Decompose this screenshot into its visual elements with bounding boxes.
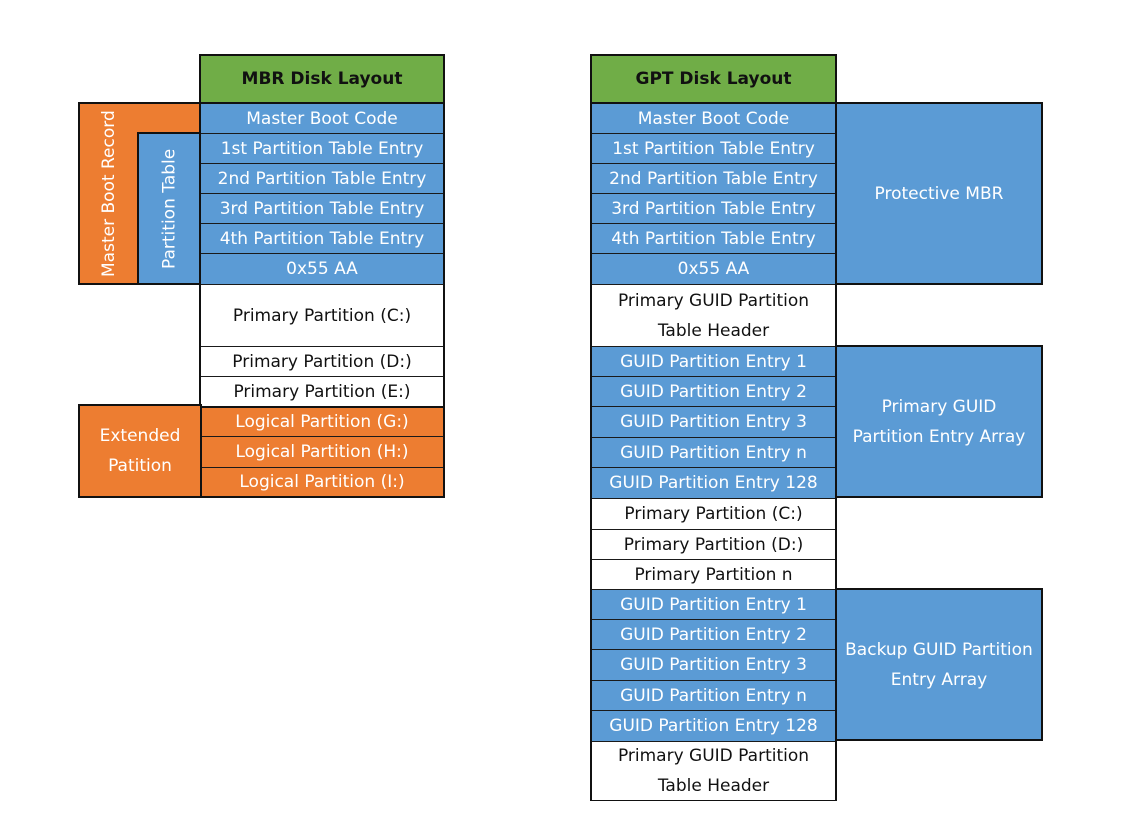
mbr-row-partition-entry-3: 3rd Partition Table Entry: [201, 193, 443, 223]
gpt-row-partition-entry-1: 1st Partition Table Entry: [592, 133, 835, 163]
gpt-title: GPT Disk Layout: [590, 54, 837, 104]
gpt-row-primary-n: Primary Partition n: [592, 559, 835, 589]
gpt-row-backup-entry-2: GUID Partition Entry 2: [592, 619, 835, 649]
mbr-title: MBR Disk Layout: [199, 54, 445, 104]
gpt-row-backup-entry-128: GUID Partition Entry 128: [592, 710, 835, 741]
mbr-row-logical-g: Logical Partition (G:): [201, 406, 443, 436]
gpt-row-backup-header: Primary GUID Partition Table Header: [592, 741, 835, 800]
mbr-row-primary-e: Primary Partition (E:): [201, 376, 443, 406]
gpt-row-primary-c: Primary Partition (C:): [592, 498, 835, 529]
mbr-row-signature: 0x55 AA: [201, 253, 443, 284]
gpt-row-primary-entry-n: GUID Partition Entry n: [592, 437, 835, 467]
gpt-row-backup-entry-1: GUID Partition Entry 1: [592, 589, 835, 619]
gpt-row-primary-entry-1: GUID Partition Entry 1: [592, 346, 835, 376]
mbr-row-logical-h: Logical Partition (H:): [201, 436, 443, 467]
mbr-row-master-boot-code: Master Boot Code: [201, 104, 443, 133]
protective-mbr-group: Protective MBR: [835, 102, 1043, 285]
mbr-row-partition-entry-4: 4th Partition Table Entry: [201, 223, 443, 253]
gpt-row-partition-entry-3: 3rd Partition Table Entry: [592, 193, 835, 223]
partition-table-label: Partition Table: [139, 134, 200, 283]
mbr-row-primary-c: Primary Partition (C:): [201, 284, 443, 346]
gpt-row-signature: 0x55 AA: [592, 253, 835, 284]
gpt-row-primary-header: Primary GUID Partition Table Header: [592, 284, 835, 346]
primary-entry-array-group: Primary GUID Partition Entry Array: [835, 345, 1043, 498]
gpt-row-partition-entry-4: 4th Partition Table Entry: [592, 223, 835, 253]
mbr-row-partition-entry-1: 1st Partition Table Entry: [201, 133, 443, 163]
gpt-row-primary-d: Primary Partition (D:): [592, 529, 835, 559]
extended-partition-group: Extended Patition: [78, 404, 202, 498]
gpt-row-primary-entry-3: GUID Partition Entry 3: [592, 406, 835, 437]
master-boot-record-label: Master Boot Record: [80, 104, 138, 283]
backup-entry-array-group: Backup GUID Partition Entry Array: [835, 588, 1043, 741]
gpt-row-master-boot-code: Master Boot Code: [592, 104, 835, 133]
mbr-row-primary-d: Primary Partition (D:): [201, 346, 443, 376]
gpt-row-primary-entry-2: GUID Partition Entry 2: [592, 376, 835, 406]
mbr-row-logical-i: Logical Partition (I:): [201, 467, 443, 496]
mbr-row-partition-entry-2: 2nd Partition Table Entry: [201, 163, 443, 193]
gpt-row-backup-entry-3: GUID Partition Entry 3: [592, 649, 835, 680]
gpt-row-primary-entry-128: GUID Partition Entry 128: [592, 467, 835, 498]
gpt-row-backup-entry-n: GUID Partition Entry n: [592, 680, 835, 710]
gpt-row-partition-entry-2: 2nd Partition Table Entry: [592, 163, 835, 193]
